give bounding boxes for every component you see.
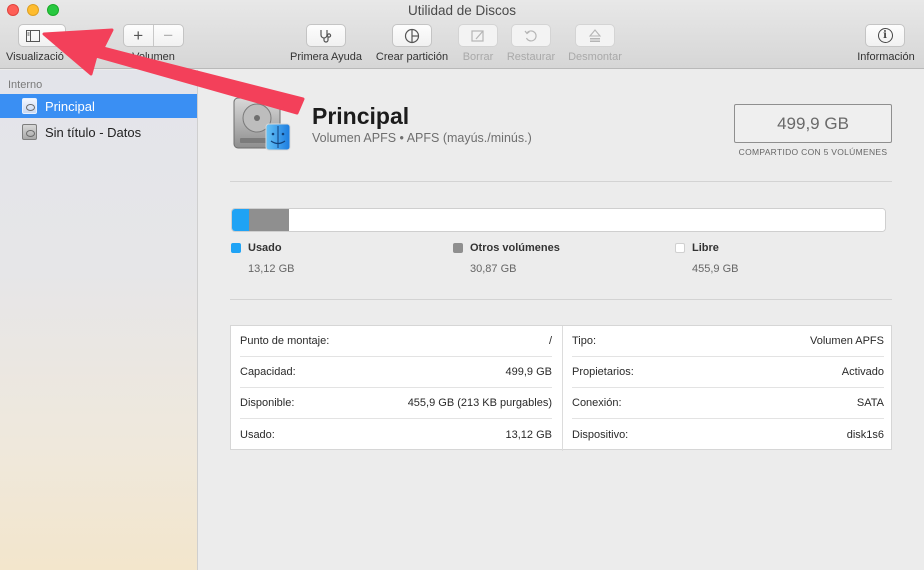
used-swatch [231,243,241,253]
legend-value: 455,9 GB [692,263,739,275]
usage-bar-segment-0 [232,209,250,231]
window-title: Utilidad de Discos [407,3,517,18]
sidebar-section-internal: Interno [8,79,43,91]
detail-label: Tipo: [572,335,597,347]
volume-label: Volumen [132,51,175,63]
eject-icon [588,28,602,42]
window-toolbar: Utilidad de Discos ⌄ Visualizació + − Vo… [0,0,924,69]
eraser-icon [471,29,484,42]
legend-label: Libre [692,242,719,254]
chevron-down-icon: ⌄ [48,27,58,40]
unmount-label: Desmontar [568,51,622,63]
pie-chart-icon [404,28,420,43]
details-table: Punto de montaje: / Capacidad: 499,9 GB … [230,325,893,451]
sidebar-item-sin-titulo-datos[interactable]: Sin título - Datos [0,120,197,144]
main-panel: Principal Volumen APFS • APFS (mayús./mi… [199,70,924,570]
minus-icon[interactable]: − [154,25,183,46]
view-button[interactable]: ⌄ [18,24,66,47]
detail-value: Activado [841,366,884,378]
sidebar-item-principal[interactable]: Principal [0,94,197,118]
detail-label: Disponible: [240,397,295,409]
detail-value: 499,9 GB [505,366,552,378]
view-label: Visualizació [6,51,64,63]
detail-value: 455,9 GB (213 KB purgables) [407,397,552,409]
legend-label: Usado [248,242,282,254]
restore-label: Restaurar [506,51,556,63]
divider [230,181,892,182]
detail-label: Usado: [240,428,275,441]
erase-label: Borrar [462,51,494,63]
sidebar-item-label: Sin título - Datos [45,124,142,140]
detail-label: Punto de montaje: [240,335,330,347]
legend-value: 13,12 GB [248,263,295,275]
info-button[interactable]: i [865,24,905,47]
detail-row-available: Disponible: 455,9 GB (213 KB purgables) [240,388,552,419]
detail-row-used: Usado: 13,12 GB [240,419,552,450]
usage-bar-segment-2 [289,209,885,231]
restore-icon [524,29,537,42]
sidebar: Interno Principal Sin título - Datos [0,70,198,570]
detail-row-connection: Conexión: SATA [572,388,884,419]
disk-icon [22,98,37,114]
volume-title: Principal [312,103,410,129]
legend-value: 30,87 GB [470,263,517,275]
stethoscope-icon [320,29,332,43]
capacity-box: 499,9 GB [734,104,892,143]
info-icon: i [877,28,893,43]
detail-value: 13,12 GB [505,428,552,441]
partition-button[interactable] [392,24,432,47]
free-swatch [675,243,685,253]
first-aid-button[interactable] [306,24,346,47]
detail-row-type: Tipo: Volumen APFS [572,326,884,357]
disk-icon [22,124,37,140]
restore-button[interactable] [511,24,551,47]
sidebar-icon [26,29,41,42]
detail-value: SATA [856,397,884,409]
legend-label: Otros volúmenes [470,242,560,254]
detail-value: / [548,335,552,347]
plus-icon[interactable]: + [124,25,154,46]
volume-subtitle: Volumen APFS • APFS (mayús./minús.) [312,131,532,145]
usage-bar [231,208,886,232]
detail-label: Dispositivo: [572,428,629,441]
detail-value: disk1s6 [846,428,884,441]
details-right-column: Tipo: Volumen APFS Propietarios: Activad… [562,326,893,451]
hard-drive-finder-icon [233,97,291,151]
detail-row-mount-point: Punto de montaje: / [240,326,552,357]
detail-label: Conexión: [572,397,622,409]
usage-bar-segment-1 [249,209,290,231]
divider [230,299,892,300]
sidebar-item-label: Principal [45,98,95,114]
volume-button-group: + − [123,24,184,47]
other-volumes-swatch [453,243,463,253]
info-label: Información [857,51,915,63]
first-aid-label: Primera Ayuda [290,51,362,63]
detail-row-capacity: Capacidad: 499,9 GB [240,357,552,388]
details-left-column: Punto de montaje: / Capacidad: 499,9 GB … [231,326,562,451]
erase-button[interactable] [458,24,498,47]
detail-value: Volumen APFS [810,335,884,347]
detail-label: Capacidad: [240,366,296,378]
shared-volumes-note: COMPARTIDO CON 5 VOLÚMENES [738,147,888,157]
detail-row-owners: Propietarios: Activado [572,357,884,388]
partition-label: Crear partición [375,51,449,63]
unmount-button[interactable] [575,24,615,47]
detail-label: Propietarios: [572,366,634,378]
detail-row-device: Dispositivo: disk1s6 [572,419,884,450]
